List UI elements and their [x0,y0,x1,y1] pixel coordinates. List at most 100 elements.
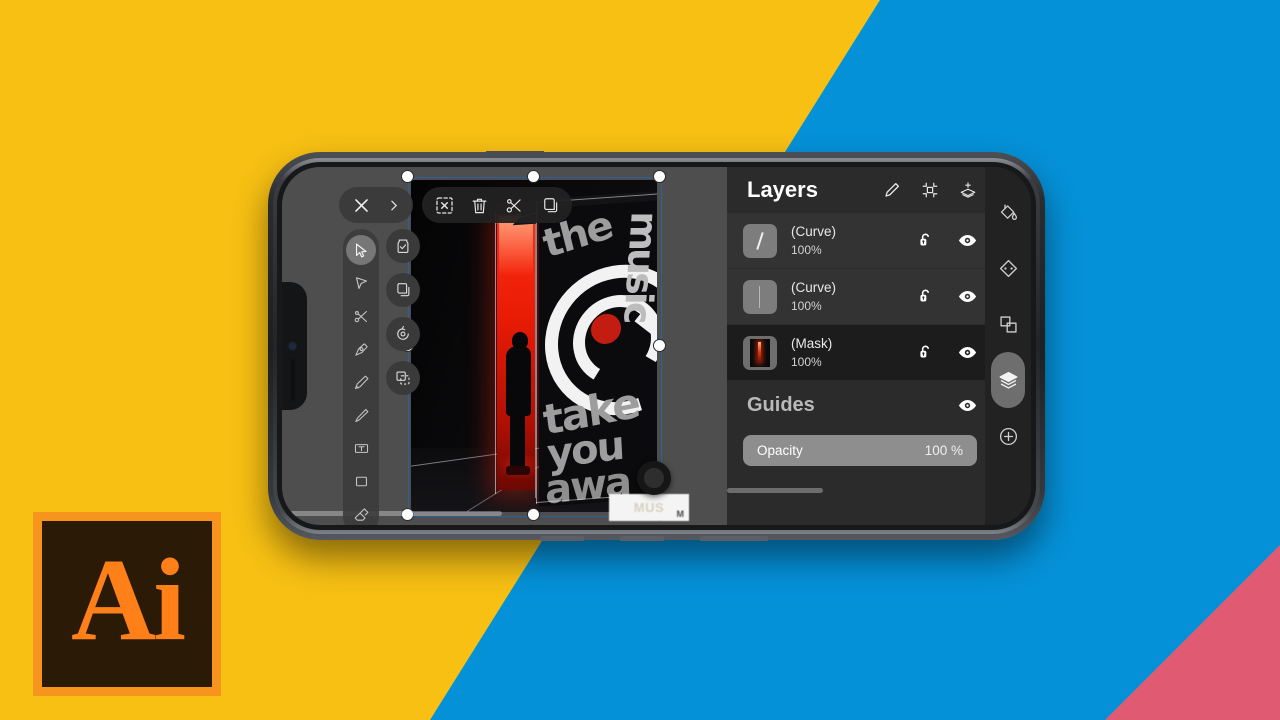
pen-tool[interactable] [346,334,376,364]
pencil-icon [354,375,368,389]
close-icon[interactable] [352,196,371,215]
canvas-horizontal-scrollbar[interactable] [290,511,502,516]
adobe-illustrator-logo: Ai [33,512,221,696]
selection-handle-top-center[interactable] [527,170,540,183]
eraser-icon [354,507,368,521]
unlock-icon[interactable] [917,288,934,305]
layer-thumbnail [743,279,777,314]
logo-inner: Ai [42,521,212,687]
scissors-tool-icon [354,310,367,322]
layers-panel: Layers (Curve) 100% (Curve) 100% (Mask) … [727,167,1031,525]
artwork-box-edge-1 [536,202,537,504]
panel-horizontal-scrollbar[interactable] [727,488,823,493]
logo-card-mark: M [676,509,685,519]
right-rail [985,167,1031,525]
layer-name: (Curve) [791,224,837,240]
paint-bucket-icon [1000,204,1017,220]
figure-body [506,346,531,416]
selection-handle-top-right[interactable] [653,170,666,183]
artwork-word-music: music [615,211,657,322]
add-plus-icon[interactable] [993,421,1023,451]
rotation-knob[interactable] [637,461,671,495]
node-diamond-icon[interactable] [993,253,1023,283]
layer-name: (Mask) [791,336,833,352]
chevron-right-icon[interactable] [387,199,400,212]
front-camera-icon [289,342,296,350]
scissors-icon[interactable] [505,196,524,215]
undo-action[interactable] [386,317,420,351]
phone-volume-up-button [620,536,664,541]
artwork-typography: the music take you awa [539,199,657,507]
artwork-box-front-face: the music take you awa [539,199,657,507]
canvas-area[interactable]: the music take you awa MUS M [282,167,727,525]
phone-notch [282,282,307,410]
layer-opacity: 100% [791,298,822,313]
layer-thumbnail [743,335,777,370]
rectangle-icon [355,476,367,486]
shapes-overlap-icon[interactable] [993,309,1023,339]
layer-opacity: 100% [791,242,822,257]
panel-title: Layers [747,177,818,202]
illustration-app: the music take you awa MUS M Layers (Cur… [282,167,1031,525]
select-jar-action[interactable] [386,229,420,263]
layers-icon [999,371,1017,389]
copy-icon [397,283,410,297]
duplicate-icon[interactable] [540,196,559,215]
phone-screen: the music take you awa MUS M Layers (Cur… [282,167,1031,525]
add-layer-icon[interactable] [959,181,977,199]
unlock-icon[interactable] [917,344,934,361]
tool-palette [343,229,379,525]
text-tool[interactable] [346,433,376,463]
selection-handle-bottom-center[interactable] [527,508,540,521]
jar-check-icon [397,239,409,253]
logo-text: Ai [71,534,186,665]
rectangle-tool[interactable] [346,466,376,496]
eye-visible-icon[interactable] [958,290,977,303]
eye-visible-icon[interactable] [958,234,977,247]
layer-name: (Curve) [791,280,837,296]
phone-top-button [486,151,544,155]
eraser-tool[interactable] [346,499,376,525]
unlock-icon[interactable] [917,232,934,249]
opacity-slider[interactable]: Opacity 100 % [743,435,977,466]
diamond-node-icon [999,259,1017,277]
plus-circle-icon [999,427,1017,445]
move-tool[interactable] [346,235,376,265]
overlap-shapes-icon [999,315,1017,333]
edit-pencil-icon[interactable] [883,181,901,199]
deselect-icon[interactable] [435,196,454,215]
figure-shoe [506,466,530,475]
trash-icon[interactable] [470,196,489,215]
layer-meta: (Curve) 100% [791,279,917,313]
eye-visible-icon[interactable] [958,346,977,359]
logo-card-text: MUS [633,500,665,515]
selection-handle-middle-right[interactable] [653,339,666,352]
pen-nib-icon [354,342,368,356]
cursor-arrow-icon [355,243,367,257]
opacity-label: Opacity [757,443,803,458]
opacity-value: 100 % [924,443,963,458]
fill-paint-icon[interactable] [993,197,1023,227]
toolbar-action-pill [422,187,572,223]
phone-volume-down-button [540,536,584,541]
node-select-tool[interactable] [346,268,376,298]
undo-rotate-icon [397,325,409,340]
layers-stack-icon[interactable] [991,352,1025,408]
layer-meta: (Mask) 100% [791,335,917,369]
crop-frame-icon[interactable] [921,181,939,199]
artwork-silhouette-figure [497,332,541,480]
layer-opacity: 100% [791,354,822,369]
guides-title: Guides [747,393,815,416]
guides-eye-visible-icon[interactable] [958,399,977,412]
copy-action[interactable] [386,273,420,307]
brush-tool[interactable] [346,400,376,430]
artboard[interactable]: the music take you awa [411,180,657,512]
scissors-tool[interactable] [346,301,376,331]
layer-thumbnail-image [750,338,770,367]
selection-handle-top-left[interactable] [401,170,414,183]
transform-action[interactable] [386,361,420,395]
canvas-toolbar [339,187,572,223]
text-icon [354,443,368,453]
phone-mockup: the music take you awa MUS M Layers (Cur… [268,151,1045,541]
pencil-tool[interactable] [346,367,376,397]
